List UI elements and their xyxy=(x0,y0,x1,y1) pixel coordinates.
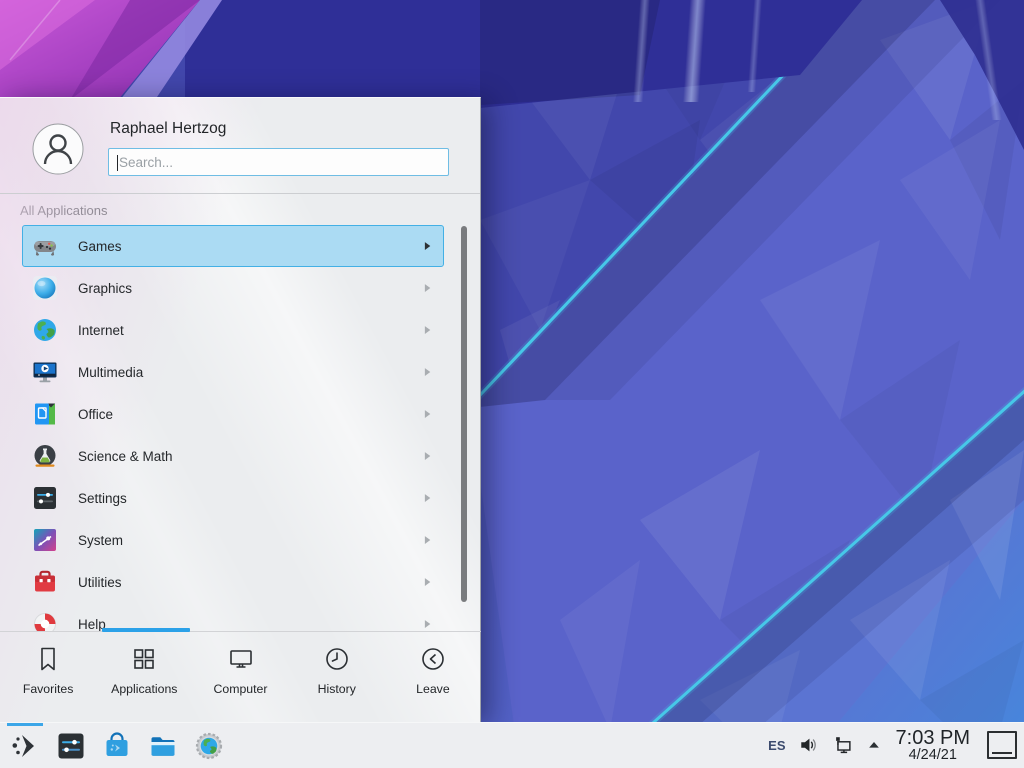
search-input-field[interactable] xyxy=(109,149,448,175)
application-launcher-button[interactable] xyxy=(8,723,42,768)
submenu-arrow-icon xyxy=(424,409,431,419)
category-label: Graphics xyxy=(78,281,132,296)
category-label: Games xyxy=(78,239,122,254)
launcher-header: Raphael Hertzog xyxy=(0,98,480,194)
category-label: System xyxy=(78,533,123,548)
text-cursor xyxy=(117,155,118,171)
category-row-office[interactable]: Office xyxy=(22,393,444,435)
system-settings-icon xyxy=(56,731,86,761)
category-row-internet[interactable]: Internet xyxy=(22,309,444,351)
desktop: Raphael Hertzog All Applications Games G… xyxy=(0,0,1024,768)
submenu-arrow-icon xyxy=(424,367,431,377)
tab-label: Computer xyxy=(214,682,268,696)
show-desktop-button[interactable] xyxy=(987,731,1017,759)
tab-computer[interactable]: Computer xyxy=(192,632,288,722)
submenu-arrow-icon xyxy=(424,283,431,293)
graphics-icon xyxy=(32,275,58,301)
category-label: Science & Math xyxy=(78,449,173,464)
category-row-settings[interactable]: Settings xyxy=(22,477,444,519)
system-settings-button[interactable] xyxy=(54,723,88,768)
help-icon xyxy=(32,611,58,632)
science-icon xyxy=(32,443,58,469)
digital-clock[interactable]: 7:03 PM 4/24/21 xyxy=(896,728,970,763)
volume-icon[interactable] xyxy=(799,735,819,755)
submenu-arrow-icon xyxy=(424,241,431,251)
tab-label: Applications xyxy=(111,682,177,696)
expand-arrow-icon[interactable] xyxy=(867,738,881,752)
web-browser-button[interactable] xyxy=(192,723,226,768)
category-row-graphics[interactable]: Graphics xyxy=(22,267,444,309)
active-task-indicator xyxy=(7,723,43,726)
category-label: Utilities xyxy=(78,575,122,590)
network-icon[interactable] xyxy=(832,734,854,756)
leave-icon xyxy=(419,645,447,673)
category-row-games[interactable]: Games xyxy=(22,225,444,267)
office-icon xyxy=(32,401,58,427)
taskbar: ES 7:03 PM 4/24/21 xyxy=(0,722,1024,768)
submenu-arrow-icon xyxy=(424,577,431,587)
category-label: Internet xyxy=(78,323,124,338)
submenu-arrow-icon xyxy=(424,493,431,503)
games-icon xyxy=(32,233,58,259)
clock-time: 7:03 PM xyxy=(896,728,970,748)
submenu-arrow-icon xyxy=(424,325,431,335)
system-icon xyxy=(32,527,58,553)
active-tab-indicator xyxy=(102,628,190,632)
tab-label: Favorites xyxy=(23,682,74,696)
category-label: Multimedia xyxy=(78,365,143,380)
browser-globe-icon xyxy=(194,731,224,761)
tab-history[interactable]: History xyxy=(289,632,385,722)
computer-tab-icon xyxy=(227,645,255,673)
tab-label: History xyxy=(318,682,356,696)
category-row-system[interactable]: System xyxy=(22,519,444,561)
user-name: Raphael Hertzog xyxy=(110,120,226,138)
tab-leave[interactable]: Leave xyxy=(385,632,481,722)
tab-label: Leave xyxy=(416,682,450,696)
clock-date: 4/24/21 xyxy=(896,748,970,763)
scrollbar-handle[interactable] xyxy=(461,226,467,602)
file-manager-button[interactable] xyxy=(146,723,180,768)
category-label: Settings xyxy=(78,491,127,506)
application-launcher-menu: Raphael Hertzog All Applications Games G… xyxy=(0,97,481,722)
discover-button[interactable] xyxy=(100,723,134,768)
folder-icon xyxy=(148,731,178,761)
history-icon xyxy=(323,645,351,673)
keyboard-layout-indicator[interactable]: ES xyxy=(768,738,785,753)
favorites-icon xyxy=(34,645,62,673)
category-row-help[interactable]: Help xyxy=(22,603,444,632)
submenu-arrow-icon xyxy=(424,535,431,545)
multimedia-icon xyxy=(32,359,58,385)
category-row-science-math[interactable]: Science & Math xyxy=(22,435,444,477)
tab-bar: Favorites Applications Computer History … xyxy=(0,631,481,722)
settings-icon xyxy=(32,485,58,511)
section-label: All Applications xyxy=(20,203,480,218)
category-label: Office xyxy=(78,407,113,422)
tab-applications[interactable]: Applications xyxy=(96,632,192,722)
kde-launcher-icon xyxy=(10,731,40,761)
internet-icon xyxy=(32,317,58,343)
submenu-arrow-icon xyxy=(424,619,431,629)
search-input[interactable] xyxy=(108,148,449,176)
discover-icon xyxy=(102,731,132,761)
category-list: Games Graphics Internet Multimedia Offic… xyxy=(0,218,481,632)
category-row-multimedia[interactable]: Multimedia xyxy=(22,351,444,393)
system-tray: ES 7:03 PM 4/24/21 xyxy=(768,728,1020,763)
utilities-icon xyxy=(32,569,58,595)
user-avatar-icon[interactable] xyxy=(32,123,84,175)
submenu-arrow-icon xyxy=(424,451,431,461)
category-row-utilities[interactable]: Utilities xyxy=(22,561,444,603)
tab-favorites[interactable]: Favorites xyxy=(0,632,96,722)
applications-icon xyxy=(130,645,158,673)
